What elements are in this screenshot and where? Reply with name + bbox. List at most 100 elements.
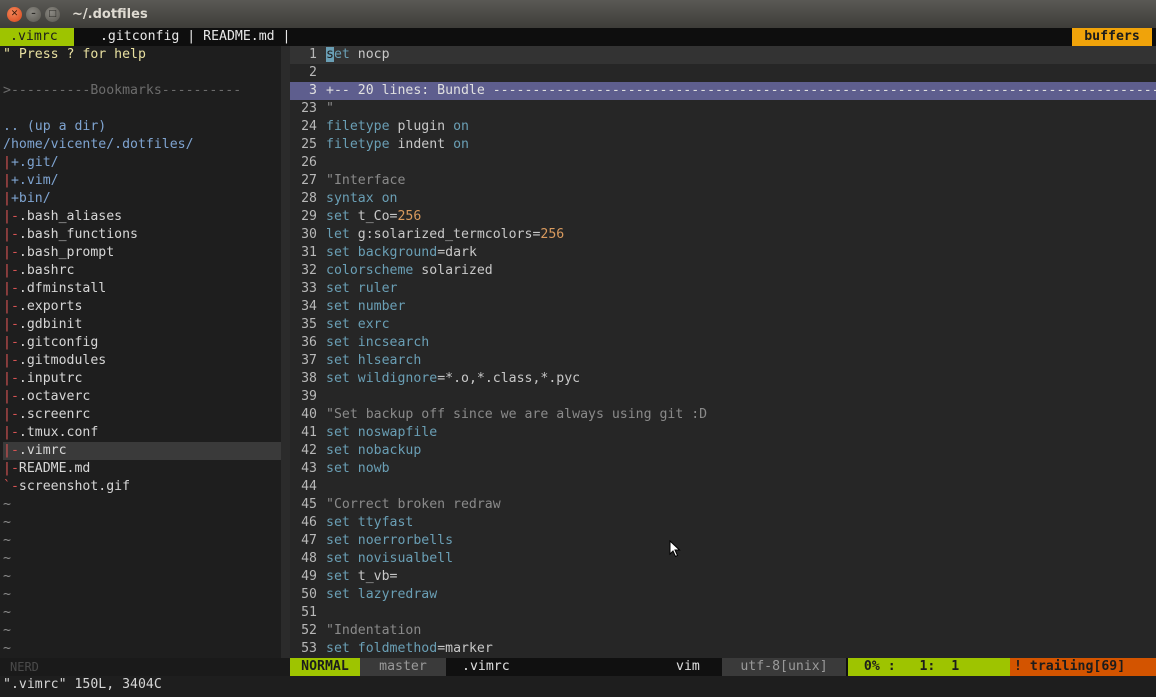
mode-indicator: NORMAL bbox=[290, 658, 360, 676]
code-line[interactable]: 29 set t_Co=256 bbox=[290, 208, 1156, 226]
code-token: set bbox=[326, 209, 350, 224]
tree-dir-item[interactable]: |+.git/ bbox=[3, 154, 281, 172]
line-number: 45 bbox=[301, 497, 317, 512]
command-line[interactable]: ".vimrc" 150L, 3404C bbox=[0, 676, 1156, 697]
code-token: =dark bbox=[437, 245, 477, 260]
tree-file-item[interactable]: |-.exports bbox=[3, 298, 281, 316]
tree-branch-glyph: | bbox=[3, 173, 11, 188]
code-line[interactable]: 31 set background=dark bbox=[290, 244, 1156, 262]
mouse-pointer-icon bbox=[669, 540, 681, 558]
code-token: nocp bbox=[349, 47, 390, 62]
line-number: 41 bbox=[301, 425, 317, 440]
code-token: g:solarized_termcolors= bbox=[349, 227, 541, 242]
tree-dir-item[interactable]: |+bin/ bbox=[3, 190, 281, 208]
code-token: =marker bbox=[437, 641, 493, 656]
code-line[interactable]: 33 set ruler bbox=[290, 280, 1156, 298]
code-line[interactable]: 53 set foldmethod=marker bbox=[290, 640, 1156, 658]
tree-branch-glyph: |- bbox=[3, 371, 19, 386]
code-line[interactable]: 41 set noswapfile bbox=[290, 424, 1156, 442]
code-line[interactable]: 42 set nobackup bbox=[290, 442, 1156, 460]
tree-file-item[interactable]: |-.vimrc bbox=[3, 442, 281, 460]
code-token: set bbox=[326, 371, 350, 386]
line-number: 25 bbox=[301, 137, 317, 152]
tree-file-item[interactable]: |-.bash_functions bbox=[3, 226, 281, 244]
tree-file-item[interactable]: |-README.md bbox=[3, 460, 281, 478]
tree-dir-item[interactable]: |+.vim/ bbox=[3, 172, 281, 190]
window-title: ~/.dotfiles bbox=[72, 6, 148, 22]
code-token: plugin bbox=[389, 119, 454, 134]
code-line[interactable]: 1 set nocp bbox=[290, 46, 1156, 64]
status-filename: .vimrc bbox=[462, 659, 510, 674]
status-filetype: vim bbox=[676, 659, 700, 674]
tilde-empty-line: ~ bbox=[3, 515, 11, 530]
code-token: colorscheme bbox=[326, 263, 414, 278]
code-line[interactable]: 27 "Interface bbox=[290, 172, 1156, 190]
tree-branch-glyph: |- bbox=[3, 281, 19, 296]
code-token: wildignore bbox=[357, 371, 438, 386]
line-number: 40 bbox=[301, 407, 317, 422]
code-line[interactable]: 32 colorscheme solarized bbox=[290, 262, 1156, 280]
code-line[interactable]: 47 set noerrorbells bbox=[290, 532, 1156, 550]
tree-file-item[interactable]: |-.bash_aliases bbox=[3, 208, 281, 226]
code-token: set bbox=[326, 299, 350, 314]
code-line[interactable]: 43 set nowb bbox=[290, 460, 1156, 478]
code-token: set bbox=[326, 443, 350, 458]
code-line[interactable]: 23 " bbox=[290, 100, 1156, 118]
maximize-icon[interactable]: □ bbox=[45, 6, 60, 22]
tab-others[interactable]: .gitconfig | README.md | bbox=[92, 28, 291, 46]
tree-file-item[interactable]: |-.octaverc bbox=[3, 388, 281, 406]
code-line[interactable]: 50 set lazyredraw bbox=[290, 586, 1156, 604]
up-dir-link[interactable]: .. (up a dir) bbox=[3, 118, 281, 136]
code-line[interactable]: 40 "Set backup off since we are always us… bbox=[290, 406, 1156, 424]
line-number: 36 bbox=[301, 335, 317, 350]
code-line[interactable]: 39 bbox=[290, 388, 1156, 406]
code-line[interactable]: 26 bbox=[290, 154, 1156, 172]
minimize-icon[interactable]: – bbox=[26, 6, 41, 22]
code-token: filetype bbox=[326, 119, 390, 134]
terminal[interactable]: .vimrc .gitconfig | README.md | buffers … bbox=[0, 28, 1156, 697]
code-line[interactable]: 28 syntax on bbox=[290, 190, 1156, 208]
code-line[interactable]: 35 set exrc bbox=[290, 316, 1156, 334]
editor-panel[interactable]: 1 set nocp 2 3 +-- 20 lines: Bundle --------… bbox=[290, 46, 1156, 658]
code-line[interactable]: 46 set ttyfast bbox=[290, 514, 1156, 532]
tree-file-item[interactable]: |-.screenrc bbox=[3, 406, 281, 424]
code-line[interactable]: 25 filetype indent on bbox=[290, 136, 1156, 154]
code-token: "Set backup off since we are always usin… bbox=[326, 407, 708, 422]
code-line[interactable]: 48 set novisualbell bbox=[290, 550, 1156, 568]
code-line[interactable]: 37 set hlsearch bbox=[290, 352, 1156, 370]
code-line[interactable]: 45 "Correct broken redraw bbox=[290, 496, 1156, 514]
code-line[interactable]: 30 let g:solarized_termcolors=256 bbox=[290, 226, 1156, 244]
code-token: set bbox=[326, 317, 350, 332]
code-line[interactable]: 24 filetype plugin on bbox=[290, 118, 1156, 136]
code-line[interactable]: 36 set incsearch bbox=[290, 334, 1156, 352]
tree-file-item[interactable]: |-.dfminstall bbox=[3, 280, 281, 298]
tree-branch-glyph: |- bbox=[3, 425, 19, 440]
code-line[interactable]: 52 "Indentation bbox=[290, 622, 1156, 640]
vertical-split[interactable] bbox=[281, 46, 290, 658]
nerdtree-panel[interactable]: " Press ? for help >----------Bookmarks--… bbox=[0, 46, 281, 658]
root-path: /home/vicente/.dotfiles/ bbox=[3, 137, 194, 152]
code-line[interactable]: 49 set t_vb= bbox=[290, 568, 1156, 586]
code-line[interactable]: 2 bbox=[290, 64, 1156, 82]
tree-file-item[interactable]: |-.gitmodules bbox=[3, 352, 281, 370]
tree-file-item[interactable]: |-.gitconfig bbox=[3, 334, 281, 352]
tree-file-item[interactable]: `-screenshot.gif bbox=[3, 478, 281, 496]
line-number: 24 bbox=[301, 119, 317, 134]
tab-vimrc[interactable]: .vimrc bbox=[0, 28, 74, 46]
tree-file-item[interactable]: |-.bash_prompt bbox=[3, 244, 281, 262]
code-line[interactable]: 38 set wildignore=*.o,*.class,*.pyc bbox=[290, 370, 1156, 388]
code-line[interactable]: 44 bbox=[290, 478, 1156, 496]
fold-line[interactable]: 3 +-- 20 lines: Bundle ------------------… bbox=[290, 82, 1156, 100]
tree-file-item[interactable]: |-.bashrc bbox=[3, 262, 281, 280]
code-line[interactable]: 51 bbox=[290, 604, 1156, 622]
close-icon[interactable]: ✕ bbox=[7, 6, 22, 22]
tree-file-item[interactable]: |-.inputrc bbox=[3, 370, 281, 388]
line-number: 3 bbox=[309, 83, 317, 98]
tree-file-item[interactable]: |-.gdbinit bbox=[3, 316, 281, 334]
code-line[interactable]: 34 set number bbox=[290, 298, 1156, 316]
tree-file-item[interactable]: |-.tmux.conf bbox=[3, 424, 281, 442]
tree-branch-glyph: |- bbox=[3, 299, 19, 314]
